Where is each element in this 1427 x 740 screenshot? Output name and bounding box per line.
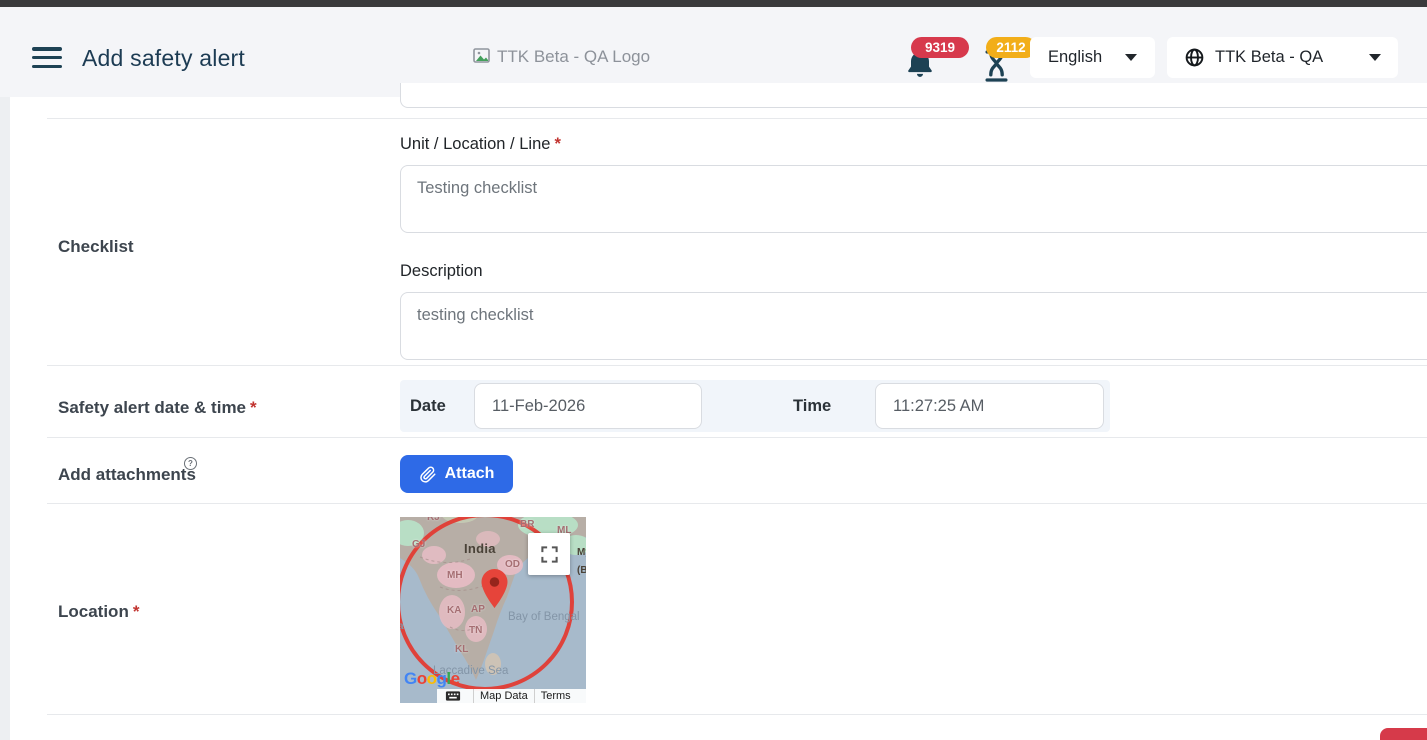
language-label: English bbox=[1048, 48, 1102, 67]
time-input[interactable] bbox=[875, 383, 1104, 429]
date-input[interactable] bbox=[474, 383, 702, 429]
unit-location-line-input[interactable]: Testing checklist bbox=[400, 165, 1427, 233]
map-sea-label: Bay of Bengal bbox=[508, 611, 580, 623]
language-selector[interactable]: English bbox=[1030, 37, 1155, 78]
org-selector[interactable]: TTK Beta - QA bbox=[1167, 37, 1398, 78]
map-edge-fragment: a bbox=[400, 621, 404, 632]
map-country-label: India bbox=[464, 541, 496, 556]
terms-link[interactable]: Terms bbox=[541, 690, 571, 702]
datetime-section-label: Safety alert date & time* bbox=[58, 398, 257, 418]
date-label: Date bbox=[410, 397, 446, 416]
row-divider bbox=[47, 503, 1427, 504]
chevron-down-icon bbox=[1369, 54, 1381, 61]
map-region-label: KL bbox=[455, 644, 468, 655]
map-marker-icon[interactable] bbox=[481, 569, 508, 608]
required-asterisk: * bbox=[554, 135, 560, 153]
attribution-separator bbox=[473, 689, 474, 703]
row-divider bbox=[47, 365, 1427, 366]
map-fullscreen-button[interactable] bbox=[528, 533, 570, 575]
page: Add safety alert TTK Beta - QA Logo 9319… bbox=[0, 0, 1427, 740]
map-data-link[interactable]: Map Data bbox=[480, 690, 528, 702]
time-label: Time bbox=[793, 397, 831, 416]
notification-count-badge: 9319 bbox=[911, 37, 969, 58]
fullscreen-icon bbox=[540, 545, 559, 564]
row-divider bbox=[47, 714, 1427, 715]
map-attribution-bar: Map Data Terms bbox=[437, 689, 586, 703]
globe-icon bbox=[1184, 47, 1205, 68]
google-logo[interactable]: Google bbox=[404, 669, 460, 689]
attribution-separator bbox=[534, 689, 535, 703]
row-divider bbox=[47, 437, 1427, 438]
checklist-section-label: Checklist bbox=[58, 237, 134, 257]
description-label: Description bbox=[400, 262, 483, 281]
google-letter: G bbox=[404, 669, 417, 688]
location-section-label: Location* bbox=[58, 602, 139, 622]
map-region-label: TN bbox=[469, 625, 482, 636]
map-region-label: MH bbox=[447, 570, 463, 581]
menu-icon[interactable] bbox=[32, 47, 62, 69]
map-region-label: RJ bbox=[427, 517, 440, 523]
page-title: Add safety alert bbox=[82, 45, 245, 72]
google-letter: g bbox=[437, 669, 447, 688]
chevron-down-icon bbox=[1125, 54, 1137, 61]
map-region-label: BR bbox=[520, 519, 534, 530]
required-asterisk: * bbox=[133, 602, 140, 621]
unit-location-line-label: Unit / Location / Line* bbox=[400, 135, 561, 154]
attach-button-label: Attach bbox=[445, 465, 495, 483]
map-region-label: GJ bbox=[412, 539, 425, 550]
form-card: Checklist Unit / Location / Line* Testin… bbox=[10, 97, 1427, 740]
google-letter: e bbox=[451, 669, 460, 688]
clipped-field[interactable] bbox=[400, 83, 1427, 108]
google-letter: o bbox=[417, 669, 427, 688]
google-letter: o bbox=[427, 669, 437, 688]
paperclip-icon bbox=[419, 465, 437, 483]
required-asterisk: * bbox=[250, 398, 257, 417]
location-map[interactable]: RJ GJ BR ML OD MH KA AP TN KL My (B a In… bbox=[400, 517, 586, 703]
keyboard-icon[interactable] bbox=[445, 691, 461, 701]
logo-alt-text: TTK Beta - QA Logo bbox=[497, 47, 650, 67]
description-input[interactable]: testing checklist bbox=[400, 292, 1427, 360]
pending-count-badge: 2112 bbox=[986, 37, 1036, 58]
org-label: TTK Beta - QA bbox=[1215, 48, 1323, 67]
danger-action-button[interactable] bbox=[1380, 728, 1427, 740]
map-region-label: KA bbox=[447, 605, 461, 616]
map-edge-fragment: My bbox=[577, 547, 586, 558]
broken-image-icon bbox=[473, 48, 493, 66]
attachments-section-label: Add attachments bbox=[58, 465, 196, 485]
row-divider bbox=[47, 118, 1427, 119]
app-logo: TTK Beta - QA Logo bbox=[473, 47, 650, 67]
info-icon[interactable]: ? bbox=[184, 457, 197, 470]
attach-button[interactable]: Attach bbox=[400, 455, 513, 493]
browser-top-strip bbox=[0, 0, 1427, 7]
map-edge-fragment: (B bbox=[577, 565, 586, 576]
